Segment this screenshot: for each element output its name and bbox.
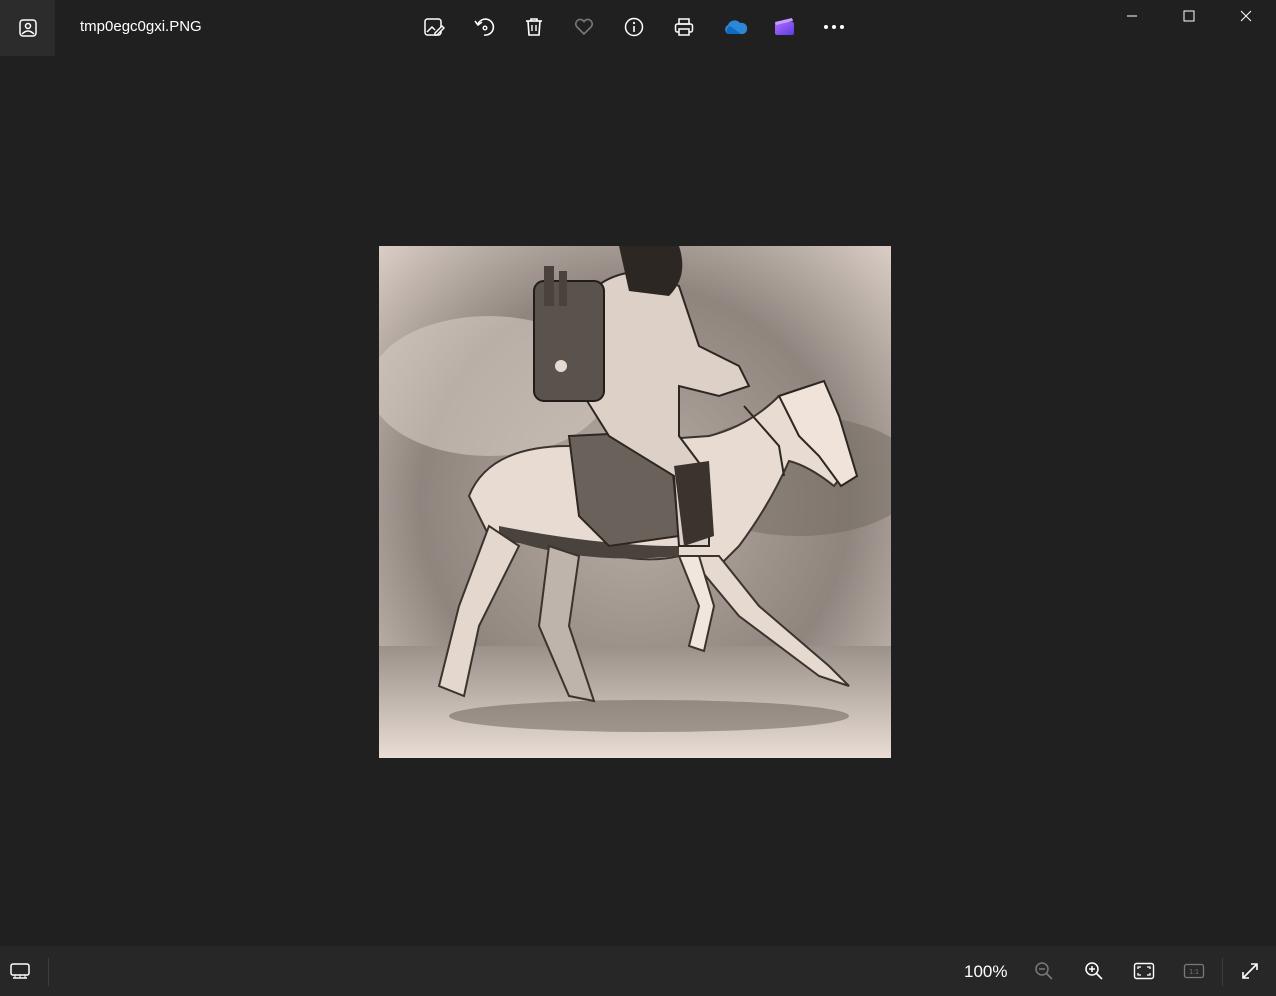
rotate-icon xyxy=(474,18,495,36)
edit-image-button[interactable] xyxy=(416,9,452,45)
status-divider-right xyxy=(1222,958,1223,986)
photos-app-icon[interactable] xyxy=(0,0,55,56)
svg-text:1:1: 1:1 xyxy=(1189,969,1199,976)
print-icon xyxy=(674,18,694,36)
more-options-button[interactable] xyxy=(816,9,852,45)
file-name-title: tmp0egc0gxi.PNG xyxy=(80,18,202,35)
status-bar: 1:1 xyxy=(0,946,1276,996)
minimize-icon xyxy=(1127,15,1137,17)
edit-image-icon xyxy=(424,18,445,36)
photo-viewer-image[interactable] xyxy=(379,246,891,758)
filmstrip-button[interactable] xyxy=(2,954,38,988)
maximize-button[interactable] xyxy=(1161,0,1217,32)
photos-icon xyxy=(18,19,37,37)
close-icon xyxy=(1240,10,1252,22)
favorite-button[interactable] xyxy=(566,9,602,45)
delete-button[interactable] xyxy=(516,9,552,45)
zoom-in-icon xyxy=(1085,962,1103,980)
favorite-icon xyxy=(574,18,594,36)
actual-size-button[interactable]: 1:1 xyxy=(1176,954,1212,988)
fullscreen-button[interactable] xyxy=(1232,954,1268,988)
onedrive-button[interactable] xyxy=(717,9,753,45)
zoom-level-label[interactable]: 100% xyxy=(964,962,1007,982)
info-icon xyxy=(624,17,644,37)
clipchamp-button[interactable] xyxy=(767,9,803,45)
astronaut-riding-horse-photo xyxy=(379,246,891,758)
fullscreen-icon xyxy=(1242,963,1258,979)
onedrive-icon xyxy=(725,20,748,34)
status-divider-left xyxy=(48,958,49,986)
rotate-button[interactable] xyxy=(466,9,502,45)
zoom-out-icon xyxy=(1035,962,1053,980)
print-button[interactable] xyxy=(666,9,702,45)
actual-size-icon: 1:1 xyxy=(1183,963,1205,979)
maximize-icon xyxy=(1183,10,1195,22)
zoom-out-button[interactable] xyxy=(1026,954,1062,988)
filmstrip-icon xyxy=(10,963,30,979)
fit-to-window-button[interactable] xyxy=(1126,954,1162,988)
clipchamp-icon xyxy=(775,18,794,35)
close-button[interactable] xyxy=(1218,0,1274,32)
minimize-button[interactable] xyxy=(1104,0,1160,32)
info-button[interactable] xyxy=(616,9,652,45)
title-bar: tmp0egc0gxi.PNG xyxy=(0,0,1276,56)
more-icon xyxy=(824,25,844,29)
delete-icon xyxy=(526,18,542,36)
zoom-in-button[interactable] xyxy=(1076,954,1112,988)
fit-to-window-icon xyxy=(1133,962,1155,980)
